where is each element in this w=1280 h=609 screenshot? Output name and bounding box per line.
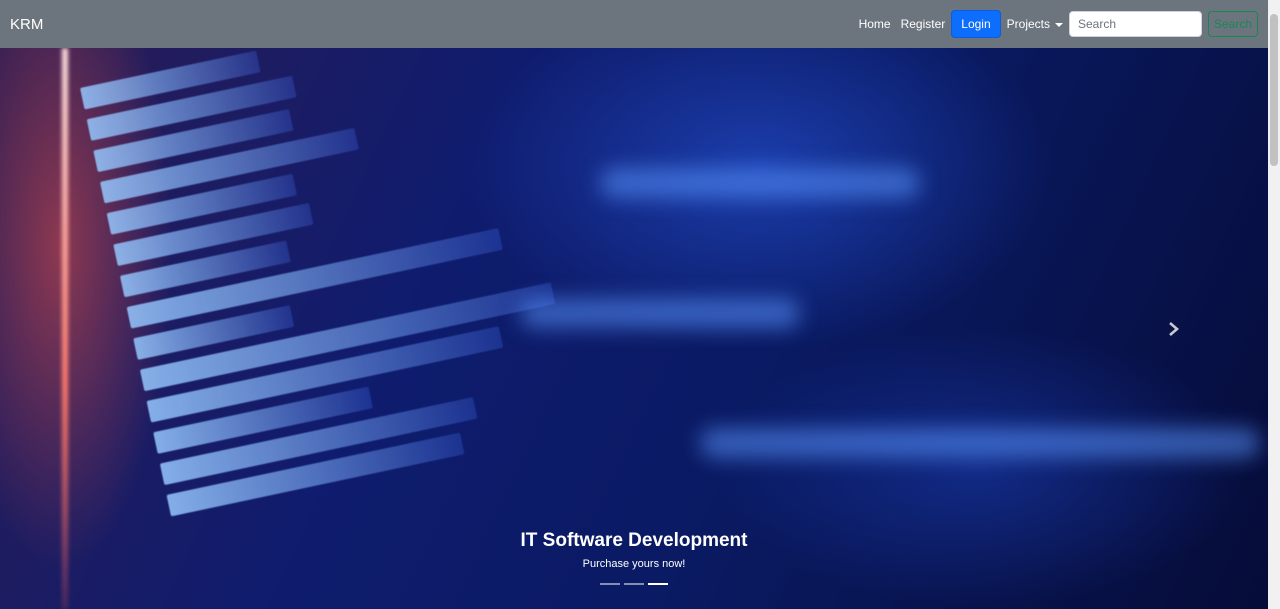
caret-down-icon (1055, 22, 1063, 27)
carousel-slide: IT Software Development Purchase yours n… (0, 48, 1268, 609)
light-streak (520, 298, 800, 328)
light-streak (700, 428, 1260, 458)
light-streak (600, 168, 920, 198)
login-button[interactable]: Login (951, 10, 1001, 38)
carousel-indicators (0, 583, 1268, 585)
carousel-indicator[interactable] (624, 583, 644, 585)
nav-home-link[interactable]: Home (859, 17, 891, 31)
carousel-indicator[interactable] (600, 583, 620, 585)
carousel-caption-subtitle: Purchase yours now! (582, 558, 686, 570)
scrollbar-thumb[interactable] (1270, 14, 1278, 166)
nav-right: Home Register Login Projects Search (859, 10, 1258, 38)
carousel-caption-title: IT Software Development (520, 530, 748, 551)
brand[interactable]: KRM (10, 16, 43, 33)
projects-dropdown[interactable]: Projects (1007, 17, 1063, 31)
search-button[interactable]: Search (1208, 11, 1258, 37)
light-glow (62, 48, 68, 609)
nav-register-link[interactable]: Register (901, 17, 946, 31)
chevron-right-icon[interactable] (1166, 322, 1180, 336)
carousel-indicator-active[interactable] (648, 583, 668, 585)
navbar: KRM Home Register Login Projects Search (0, 0, 1268, 48)
scrollbar[interactable] (1268, 0, 1280, 609)
search-input[interactable] (1069, 11, 1202, 37)
projects-label: Projects (1006, 17, 1050, 31)
